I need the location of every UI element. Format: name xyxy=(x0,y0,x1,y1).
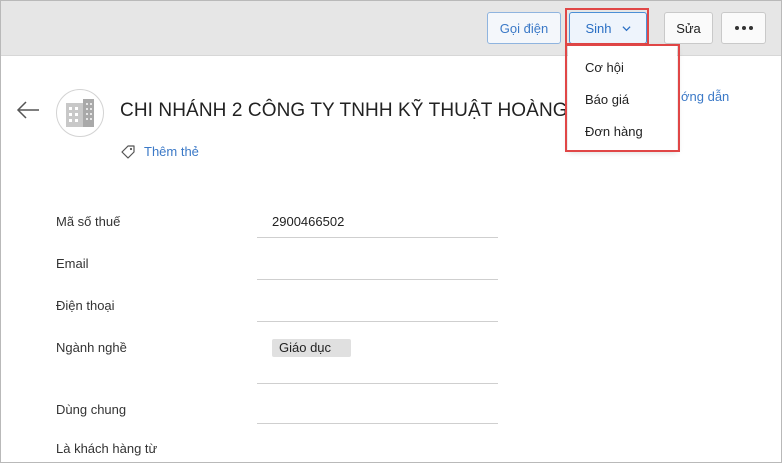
shared-field[interactable] xyxy=(257,387,498,424)
guide-link[interactable]: ớng dẫn xyxy=(681,89,729,104)
generate-button-highlight xyxy=(565,8,649,45)
industry-label: Ngành nghề xyxy=(56,340,127,355)
tax-code-field[interactable] xyxy=(257,201,498,238)
dropdown-highlight xyxy=(565,44,680,152)
more-dots-icon xyxy=(734,26,753,30)
phone-label: Điện thoại xyxy=(56,298,115,313)
customer-since-label: Là khách hàng từ xyxy=(56,441,158,456)
more-button[interactable] xyxy=(721,12,766,44)
industry-field[interactable] xyxy=(257,327,498,384)
tag-icon[interactable] xyxy=(120,144,136,160)
edit-button-label: Sửa xyxy=(676,20,701,36)
email-field[interactable] xyxy=(257,243,498,280)
call-button-label: Gọi điện xyxy=(499,20,549,36)
add-tag-link[interactable]: Thêm thẻ xyxy=(144,144,199,159)
edit-button[interactable]: Sửa xyxy=(664,12,713,44)
company-building-icon xyxy=(56,89,104,137)
phone-field[interactable] xyxy=(257,285,498,322)
shared-label: Dùng chung xyxy=(56,402,127,417)
page-title: CHI NHÁNH 2 CÔNG TY TNHH KỸ THUẬT HOÀNG xyxy=(120,100,568,121)
back-arrow-icon[interactable] xyxy=(16,98,40,122)
call-button[interactable]: Gọi điện xyxy=(487,12,561,44)
email-label: Email xyxy=(56,256,89,271)
tax-code-label: Mã số thuế xyxy=(56,214,121,229)
app-window: Gọi điện Sinh Sửa CHI NHÁNH 2 CÔNG TY TN… xyxy=(0,0,782,463)
